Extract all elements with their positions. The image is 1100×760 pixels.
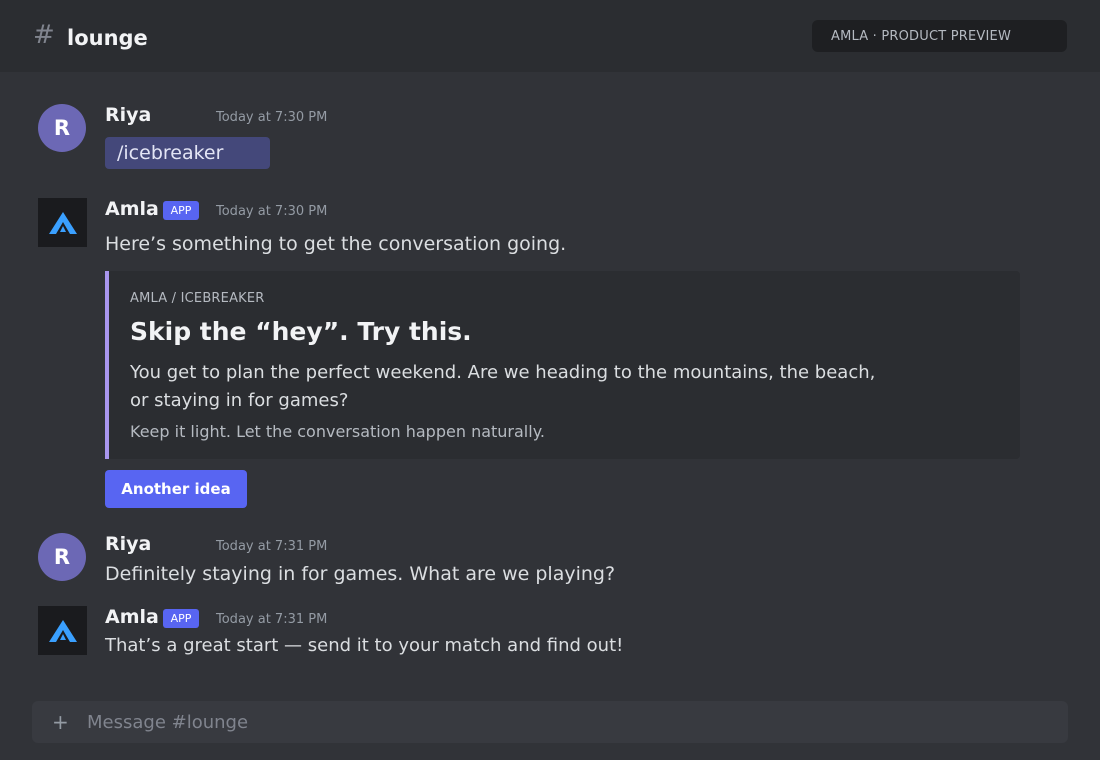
app-tag-badge: APP xyxy=(163,609,199,628)
avatar[interactable]: R xyxy=(38,533,86,581)
message-timestamp: Today at 7:30 PM xyxy=(216,204,328,219)
message-author[interactable]: Amla xyxy=(105,198,159,220)
channel-hash-icon: # xyxy=(33,20,55,50)
message-input[interactable] xyxy=(87,701,1047,743)
icebreaker-embed: AMLA / ICEBREAKER Skip the “hey”. Try th… xyxy=(105,271,1020,459)
message-timestamp: Today at 7:31 PM xyxy=(216,612,328,627)
embed-footer: Keep it light. Let the conversation happ… xyxy=(130,422,545,441)
avatar-initial: R xyxy=(53,545,71,569)
another-idea-button[interactable]: Another idea xyxy=(105,470,247,508)
message-text: That’s a great start — send it to your m… xyxy=(105,635,624,656)
embed-title: Skip the “hey”. Try this. xyxy=(130,317,472,346)
amla-logo-icon xyxy=(48,211,77,234)
embed-description: You get to plan the perfect weekend. Are… xyxy=(130,362,876,411)
avatar[interactable] xyxy=(38,606,87,655)
channel-title: lounge xyxy=(67,26,148,50)
app-tag-badge: APP xyxy=(163,201,199,220)
avatar[interactable] xyxy=(38,198,87,247)
message-author[interactable]: Riya xyxy=(105,104,151,126)
message-composer: + xyxy=(32,701,1068,743)
amla-logo-icon xyxy=(48,619,77,642)
add-attachment-icon[interactable]: + xyxy=(52,710,69,734)
slash-command-chip[interactable]: /icebreaker xyxy=(105,137,270,169)
product-preview-badge: AMLA · PRODUCT PREVIEW xyxy=(812,20,1067,52)
embed-provider: AMLA / ICEBREAKER xyxy=(130,291,265,306)
message-author[interactable]: Riya xyxy=(105,533,151,555)
avatar-initial: R xyxy=(53,116,71,140)
message-timestamp: Today at 7:31 PM xyxy=(216,539,328,554)
message-timestamp: Today at 7:30 PM xyxy=(216,110,328,125)
avatar[interactable]: R xyxy=(38,104,86,152)
message-author[interactable]: Amla xyxy=(105,606,159,628)
message-text: Definitely staying in for games. What ar… xyxy=(105,563,616,585)
channel-header: # lounge AMLA · PRODUCT PREVIEW xyxy=(0,0,1100,72)
message-text: Here’s something to get the conversation… xyxy=(105,233,567,255)
